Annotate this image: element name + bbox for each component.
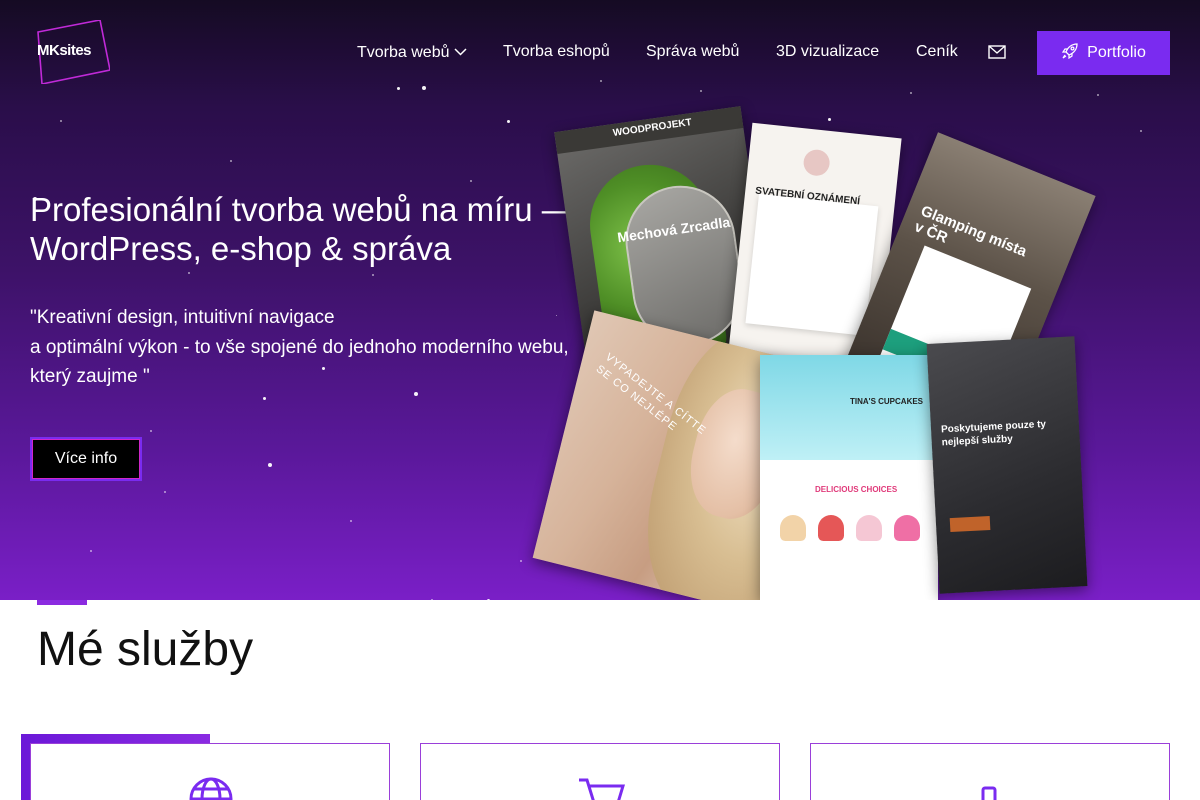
service-card-web[interactable]: [30, 743, 390, 800]
hero-title: Profesionální tvorba webů na míru — Word…: [30, 191, 575, 267]
portfolio-button[interactable]: Portfolio: [1037, 31, 1170, 75]
star: [520, 560, 522, 562]
star: [60, 120, 62, 122]
star: [263, 397, 266, 400]
star: [230, 160, 232, 162]
star: [350, 520, 352, 522]
star: [188, 272, 190, 274]
nav-item-cenik[interactable]: Ceník: [916, 43, 958, 61]
rocket-icon: [1061, 42, 1079, 65]
collage-card-barber: Poskytujeme pouze ty nejlepší služby: [926, 336, 1088, 594]
portfolio-label: Portfolio: [1087, 44, 1146, 61]
star: [487, 599, 490, 600]
star: [414, 392, 418, 396]
star: [1140, 130, 1142, 132]
star: [150, 430, 152, 432]
phone-icon: [981, 786, 997, 800]
star: [372, 274, 374, 276]
star: [431, 599, 433, 600]
section-accent-line: [37, 600, 87, 605]
cart-icon: [577, 776, 626, 800]
cupcakes-heading: TINA'S CUPCAKES: [850, 397, 924, 406]
mail-icon[interactable]: [988, 45, 1006, 59]
nav-item-tvorba-webu[interactable]: Tvorba webů: [357, 43, 467, 62]
star: [507, 120, 510, 123]
nav-item-sprava-webu[interactable]: Správa webů: [646, 43, 739, 61]
service-card-eshop[interactable]: [420, 743, 780, 800]
cupcakes-sub: DELICIOUS CHOICES: [815, 485, 898, 494]
chevron-down-icon: [453, 43, 467, 61]
star: [268, 463, 272, 467]
star: [470, 180, 472, 182]
portfolio-collage: WOODPROJEKT Mechová Zrcadla SVATEBNÍ OZN…: [532, 100, 1096, 600]
hero-section: MKsites Tvorba webů Tvorba eshopů Správa…: [0, 0, 1200, 600]
main-nav: Tvorba webů Tvorba eshopů Správa webů 3D…: [0, 0, 1200, 105]
hero-quote: "Kreativní design, intuitivní navigace a…: [30, 303, 590, 392]
nav-item-3d-vizualizace[interactable]: 3D vizualizace: [776, 43, 879, 61]
hero-quote-line: "Kreativní design, intuitivní navigace: [30, 307, 335, 328]
barber-heading: Poskytujeme pouze ty nejlepší služby: [940, 418, 1047, 449]
collage-card-cupcakes: TINA'S CUPCAKES DELICIOUS CHOICES: [760, 355, 938, 600]
hero-quote-line: který zaujme ": [30, 366, 150, 387]
nav-item-tvorba-eshopu[interactable]: Tvorba eshopů: [503, 43, 610, 61]
star: [90, 550, 92, 552]
services-title: Mé služby: [37, 623, 254, 676]
more-info-button[interactable]: Více info: [30, 437, 142, 481]
nav-item-label: Tvorba webů: [357, 44, 450, 61]
globe-icon: [188, 776, 234, 800]
service-card-mobile[interactable]: [810, 743, 1170, 800]
star: [164, 491, 166, 493]
hero-quote-line: a optimální výkon - to vše spojené do je…: [30, 336, 569, 358]
